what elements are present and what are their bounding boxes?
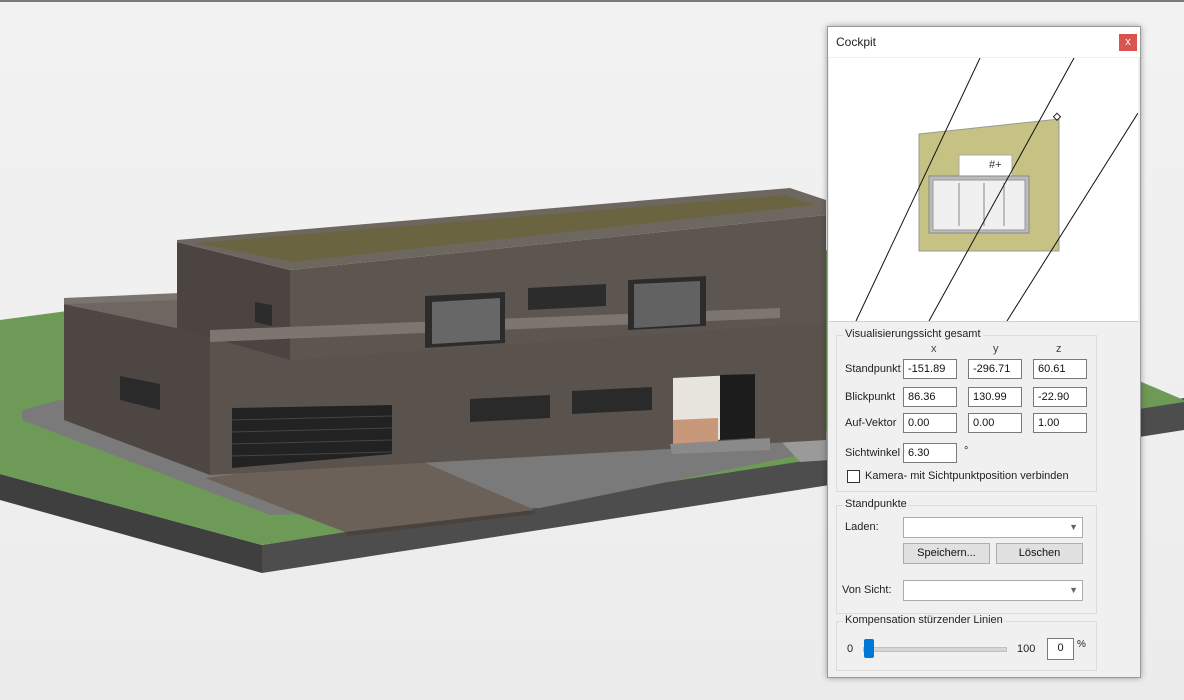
label-laden: Laden: xyxy=(845,521,879,533)
camera-preview[interactable]: #+ xyxy=(829,58,1138,322)
von-sicht-select[interactable]: ▼ xyxy=(903,580,1083,601)
label-von-sicht: Von Sicht: xyxy=(842,584,892,596)
column-x: x xyxy=(931,343,937,355)
slider-max-label: 100 xyxy=(1017,643,1036,655)
label-standpunkt: Standpunkt xyxy=(845,363,901,375)
column-z: z xyxy=(1056,343,1062,355)
cockpit-panel: Cockpit x #+ Visualisierungssicht gesamt… xyxy=(827,26,1141,678)
titlebar[interactable]: Cockpit x xyxy=(828,27,1140,57)
chevron-down-icon: ▼ xyxy=(1069,585,1078,595)
auf-vektor-y-input[interactable]: 0.00 xyxy=(968,413,1022,433)
label-sichtwinkel: Sichtwinkel xyxy=(845,447,901,459)
window-title: Cockpit xyxy=(836,35,877,49)
camera-marker: #+ xyxy=(989,159,1002,171)
save-button[interactable]: Speichern... xyxy=(903,543,990,564)
plan-view: #+ xyxy=(855,58,1138,321)
group-title: Visualisierungssicht gesamt xyxy=(843,328,983,340)
group-title: Standpunkte xyxy=(843,498,909,510)
column-y: y xyxy=(993,343,999,355)
degree-unit: ° xyxy=(964,445,969,457)
camera-link-label[interactable]: Kamera- mit Sichtpunktposition verbinden xyxy=(865,470,1069,482)
chevron-down-icon: ▼ xyxy=(1069,522,1078,532)
label-auf-vektor: Auf-Vektor xyxy=(845,417,897,429)
laden-select[interactable]: ▼ xyxy=(903,517,1083,538)
label-blickpunkt: Blickpunkt xyxy=(845,391,896,403)
sichtwinkel-input[interactable]: 6.30 xyxy=(903,443,957,463)
blickpunkt-y-input[interactable]: 130.99 xyxy=(968,387,1022,407)
kompensation-slider-thumb[interactable] xyxy=(864,639,874,658)
slider-min-label: 0 xyxy=(847,643,854,655)
auf-vektor-z-input[interactable]: 1.00 xyxy=(1033,413,1087,433)
blickpunkt-x-input[interactable]: 86.36 xyxy=(903,387,957,407)
auf-vektor-x-input[interactable]: 0.00 xyxy=(903,413,957,433)
standpunkt-y-input[interactable]: -296.71 xyxy=(968,359,1022,379)
close-icon[interactable]: x xyxy=(1119,34,1137,51)
kompensation-value-input[interactable]: 0 xyxy=(1047,638,1074,660)
group-title: Kompensation stürzender Linien xyxy=(843,614,1005,626)
delete-button[interactable]: Löschen xyxy=(996,543,1083,564)
standpunkt-x-input[interactable]: -151.89 xyxy=(903,359,957,379)
percent-unit: % xyxy=(1077,639,1086,650)
camera-link-checkbox[interactable] xyxy=(847,470,860,483)
kompensation-slider-track[interactable] xyxy=(863,647,1007,652)
front-door xyxy=(720,374,755,440)
standpunkt-z-input[interactable]: 60.61 xyxy=(1033,359,1087,379)
blickpunkt-z-input[interactable]: -22.90 xyxy=(1033,387,1087,407)
